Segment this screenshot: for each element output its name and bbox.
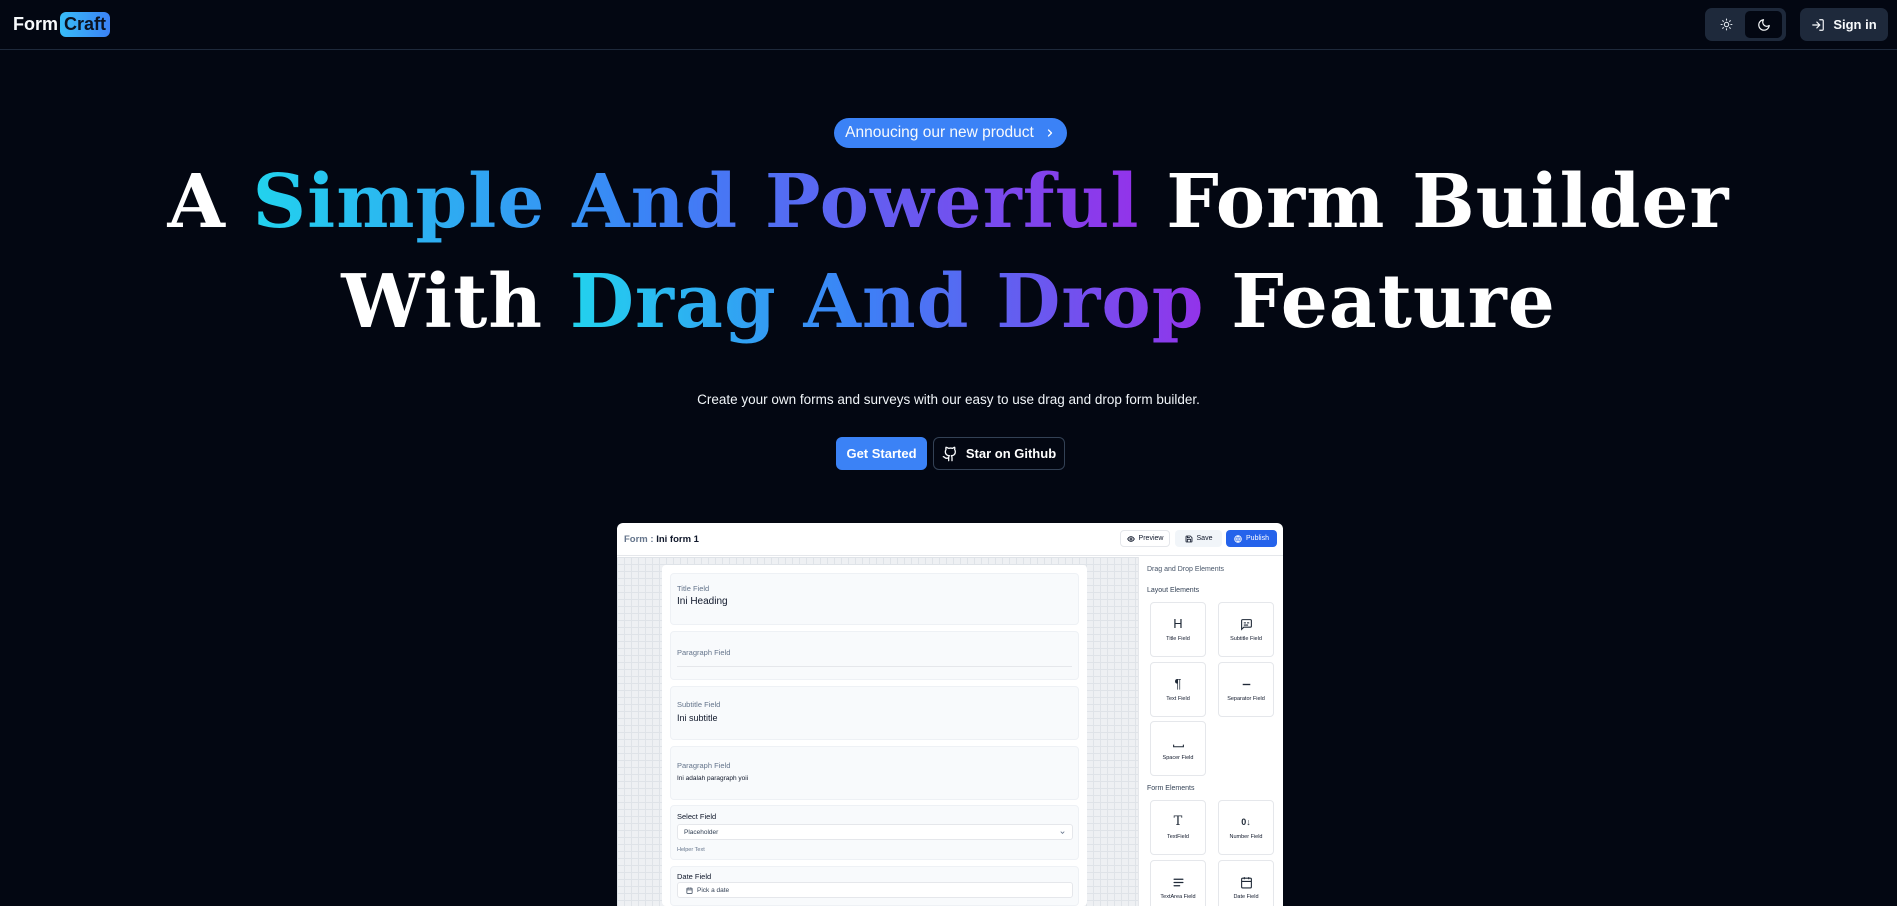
preview-toolbar: Form : Ini form 1 Preview Save Publish [617, 523, 1283, 556]
moon-icon [1757, 18, 1770, 31]
announcement-text: Annoucing our new product [845, 124, 1034, 141]
element-label: Date Field [1233, 893, 1259, 900]
logo-form-text: Form [13, 13, 58, 34]
github-icon [942, 446, 956, 461]
element-label: TextField [1166, 834, 1189, 840]
sign-in-icon [1812, 18, 1825, 31]
field-label: Date Field [677, 872, 712, 881]
select-field-block[interactable]: Select Field Placeholder Helper Text [670, 805, 1079, 860]
field-value: Ini Heading [677, 596, 728, 607]
announcement-badge[interactable]: Annoucing our new product [834, 118, 1067, 148]
sign-in-button[interactable]: Sign in [1800, 8, 1888, 41]
separator-icon [1242, 683, 1250, 685]
form-drop-area: Title Field Ini Heading Paragraph Field … [662, 565, 1087, 906]
preview-label: Preview [1138, 535, 1164, 542]
sidebar-title: Drag and Drop Elements [1147, 566, 1225, 573]
builder-canvas: Title Field Ini Heading Paragraph Field … [617, 557, 1138, 906]
form-title-name: Ini form 1 [656, 534, 699, 545]
elements-sidebar: Drag and Drop Elements Layout Elements H… [1138, 557, 1283, 906]
number-icon: 0↓ [1241, 817, 1251, 827]
preview-button[interactable]: Preview [1120, 530, 1170, 547]
app-preview: Form : Ini form 1 Preview Save Publish T… [617, 523, 1283, 906]
get-started-button[interactable]: Get Started [836, 437, 927, 470]
subtitle-field-block[interactable]: Subtitle Field Ini subtitle [670, 686, 1079, 740]
headline-gradient-text: Simple And Powerful [252, 159, 1140, 245]
element-label: Subtitle Field [1230, 635, 1262, 642]
title-field-element[interactable]: H Title Field [1150, 602, 1206, 657]
element-label: Text Field [1166, 696, 1190, 702]
star-on-github-button[interactable]: Star on Github [933, 437, 1065, 470]
headline-word: Feature [1231, 259, 1556, 345]
sun-icon [1720, 18, 1733, 31]
field-label: Select Field [677, 812, 717, 821]
save-label: Save [1196, 535, 1213, 542]
layout-elements-heading: Layout Elements [1147, 587, 1200, 594]
element-label: Spacer Field [1162, 754, 1194, 761]
text-field-element[interactable]: ¶ Text Field [1150, 662, 1206, 717]
field-label: Subtitle Field [677, 700, 721, 709]
dark-theme-button[interactable] [1745, 11, 1782, 38]
title-field-block[interactable]: Title Field Ini Heading [670, 573, 1079, 625]
eye-icon [1126, 535, 1135, 542]
spacer-icon [1172, 744, 1184, 747]
helper-text: Helper Text [677, 847, 705, 853]
chevron-right-icon [1047, 129, 1052, 137]
number-field-element[interactable]: 0↓ Number Field [1218, 800, 1274, 855]
field-label: Paragraph Field [677, 648, 731, 657]
theme-toggle [1705, 8, 1786, 41]
field-value: Ini subtitle [677, 713, 718, 723]
logo-craft-text: Craft [60, 11, 111, 37]
textarea-field-element[interactable]: TextArea Field [1150, 860, 1206, 906]
field-divider [677, 666, 1072, 667]
logo[interactable]: Form Craft [13, 10, 111, 38]
hero-subtitle: Create your own forms and surveys with o… [697, 392, 1200, 407]
headline-word: Form Builder [1166, 159, 1730, 245]
globe-icon [1234, 534, 1242, 543]
subtitle-icon [1240, 618, 1252, 631]
spacer-field-element[interactable]: Spacer Field [1150, 721, 1206, 776]
paragraph-field-block[interactable]: Paragraph Field Ini adalah paragraph yoi… [670, 746, 1079, 800]
sign-in-label: Sign in [1833, 17, 1877, 32]
form-title: Form : Ini form 1 [624, 534, 699, 545]
separator-field-element[interactable]: Separator Field [1218, 662, 1274, 717]
date-placeholder: Pick a date [697, 886, 730, 894]
headline-line-2: With Drag And Drop Feature [0, 252, 1897, 352]
heading-icon: H [1173, 616, 1183, 631]
top-nav: Form Craft Sign in [0, 0, 1897, 50]
light-theme-button[interactable] [1708, 11, 1745, 38]
subtitle-field-element[interactable]: Subtitle Field [1218, 602, 1274, 657]
element-label: Number Field [1229, 834, 1263, 840]
field-label: Title Field [677, 584, 710, 593]
element-label: Title Field [1166, 636, 1190, 642]
text-icon: T [1173, 814, 1183, 829]
element-label: TextArea Field [1160, 893, 1196, 900]
select-input[interactable]: Placeholder [677, 824, 1073, 840]
publish-button[interactable]: Publish [1226, 530, 1277, 547]
headline-word: A [167, 159, 226, 245]
form-title-prefix: Form : [624, 534, 654, 545]
form-elements-heading: Form Elements [1147, 785, 1195, 792]
hero-headline: A Simple And Powerful Form Builder With … [0, 152, 1897, 352]
publish-label: Publish [1246, 535, 1269, 542]
chevron-down-icon [1060, 831, 1065, 834]
headline-line-1: A Simple And Powerful Form Builder [0, 152, 1897, 252]
paragraph-field-block[interactable]: Paragraph Field [670, 631, 1079, 680]
pilcrow-icon: ¶ [1174, 676, 1182, 691]
star-on-github-label: Star on Github [965, 446, 1057, 461]
field-label: Paragraph Field [677, 761, 731, 770]
date-picker-button[interactable]: Pick a date [677, 882, 1073, 898]
field-value: Ini adalah paragraph yoii [677, 775, 749, 782]
element-label: Separator Field [1227, 695, 1265, 702]
calendar-icon [1240, 876, 1252, 888]
date-field-element[interactable]: Date Field [1218, 860, 1274, 906]
textarea-icon [1172, 878, 1184, 886]
select-placeholder: Placeholder [684, 828, 719, 836]
headline-gradient-text: Drag And Drop [569, 259, 1205, 345]
save-icon [1185, 535, 1192, 542]
calendar-icon [686, 887, 693, 894]
textfield-element[interactable]: T TextField [1150, 800, 1206, 855]
save-button[interactable]: Save [1175, 530, 1222, 547]
date-field-block[interactable]: Date Field Pick a date [670, 866, 1079, 906]
headline-word: With [341, 259, 544, 345]
